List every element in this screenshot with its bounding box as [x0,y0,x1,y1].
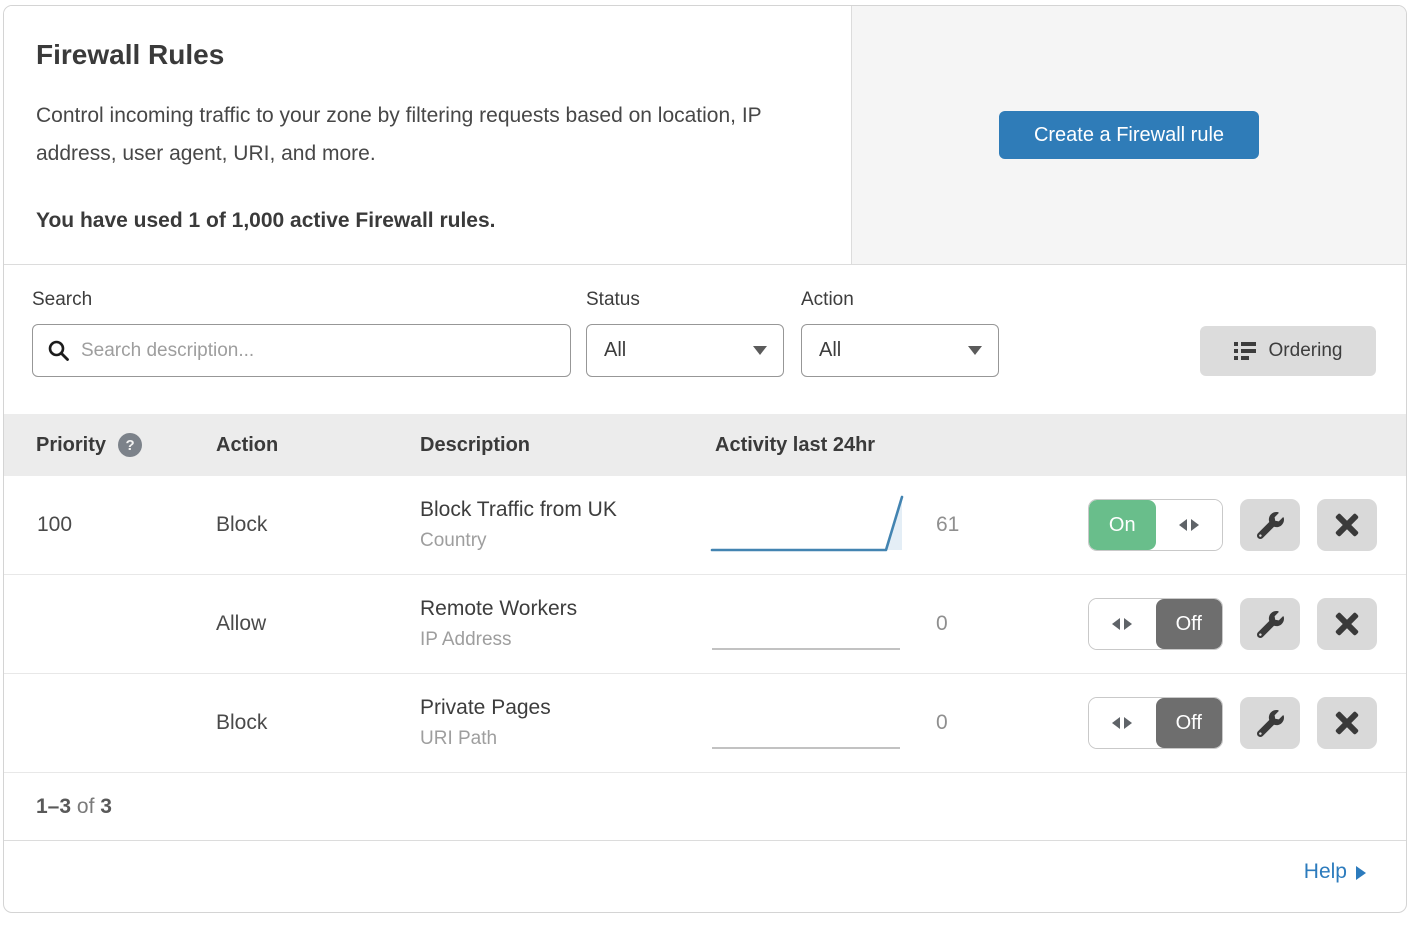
rule-match-type: URI Path [420,728,708,750]
pagination-total: 3 [100,795,112,819]
status-select[interactable]: All [586,324,784,377]
filter-bar: Search Status All Action All [4,265,1406,414]
rule-enabled-toggle[interactable]: On [1088,499,1223,551]
ordering-button[interactable]: Ordering [1200,326,1376,376]
column-header-priority: Priority ? [4,433,216,457]
status-label: Status [586,289,784,311]
pagination-bar: 1–3 of 3 [4,773,1406,840]
pagination-range: 1–3 [36,795,71,819]
action-select[interactable]: All [801,324,999,377]
firewall-rules-card: Firewall Rules Control incoming traffic … [3,5,1407,913]
table-header: Priority ? Action Description Activity l… [4,414,1406,476]
rule-description-cell: Remote Workers IP Address [420,597,708,651]
column-header-action: Action [216,434,420,457]
rule-description: Block Traffic from UK [420,498,708,522]
toggle-grip-icon [1089,599,1156,649]
header-action-panel: Create a Firewall rule [852,6,1406,264]
column-header-activity: Activity last 24hr [708,434,1088,457]
search-icon [47,339,71,363]
rule-enabled-toggle[interactable]: Off [1088,697,1223,749]
ordering-list-icon [1234,342,1256,360]
rule-description: Private Pages [420,696,708,720]
toggle-state-label: Off [1156,698,1223,748]
rule-action: Block [216,711,420,735]
toggle-state-label: On [1089,500,1156,550]
caret-down-icon [968,346,982,355]
action-selected-value: All [819,339,841,362]
wrench-icon [1257,710,1284,737]
search-input[interactable] [32,324,571,377]
page-description: Control incoming traffic to your zone by… [36,97,811,173]
rule-controls: Off [1088,598,1407,650]
toggle-grip-icon [1156,500,1223,550]
status-selected-value: All [604,339,626,362]
action-label: Action [801,289,999,311]
help-link[interactable]: Help [1304,860,1366,884]
search-wrap [32,324,571,377]
search-group: Search [32,289,571,377]
activity-count: 0 [920,612,1088,636]
header-text-panel: Firewall Rules Control incoming traffic … [4,6,852,264]
rule-description-cell: Block Traffic from UK Country [420,498,708,552]
help-question-icon[interactable]: ? [118,433,142,457]
toggle-grip-icon [1089,698,1156,748]
column-header-description: Description [420,434,708,457]
action-group: Action All [801,289,999,377]
rule-match-type: Country [420,530,708,552]
rule-priority: 100 [4,513,216,537]
create-firewall-rule-button[interactable]: Create a Firewall rule [999,111,1259,159]
wrench-icon [1257,611,1284,638]
help-bar: Help [4,840,1406,903]
help-arrow-icon [1356,866,1366,880]
status-group: Status All [586,289,784,377]
activity-sparkline [708,689,920,758]
delete-rule-button[interactable] [1317,499,1377,551]
rule-controls: Off [1088,697,1407,749]
rule-match-type: IP Address [420,629,708,651]
rule-description-cell: Private Pages URI Path [420,696,708,750]
toggle-state-label: Off [1156,599,1223,649]
close-icon [1333,511,1361,539]
close-icon [1333,610,1361,638]
rules-table-body: 100 Block Block Traffic from UK Country … [4,476,1406,773]
close-icon [1333,709,1361,737]
rule-action: Block [216,513,420,537]
activity-count: 61 [920,513,1088,537]
header-section: Firewall Rules Control incoming traffic … [4,6,1406,265]
table-row: Block Private Pages URI Path 0 Off [4,674,1406,773]
activity-sparkline [708,590,920,659]
rule-enabled-toggle[interactable]: Off [1088,598,1223,650]
page-title: Firewall Rules [36,39,811,71]
edit-rule-button[interactable] [1240,598,1300,650]
ordering-button-label: Ordering [1269,340,1343,362]
search-label: Search [32,289,571,311]
caret-down-icon [753,346,767,355]
rule-description: Remote Workers [420,597,708,621]
rule-action: Allow [216,612,420,636]
table-row: 100 Block Block Traffic from UK Country … [4,476,1406,575]
table-row: Allow Remote Workers IP Address 0 Off [4,575,1406,674]
delete-rule-button[interactable] [1317,598,1377,650]
edit-rule-button[interactable] [1240,499,1300,551]
delete-rule-button[interactable] [1317,697,1377,749]
activity-count: 0 [920,711,1088,735]
pagination-of: of [77,795,95,819]
edit-rule-button[interactable] [1240,697,1300,749]
wrench-icon [1257,512,1284,539]
rule-controls: On [1088,499,1407,551]
usage-note: You have used 1 of 1,000 active Firewall… [36,209,811,233]
help-link-label: Help [1304,860,1347,884]
activity-sparkline [708,491,920,560]
